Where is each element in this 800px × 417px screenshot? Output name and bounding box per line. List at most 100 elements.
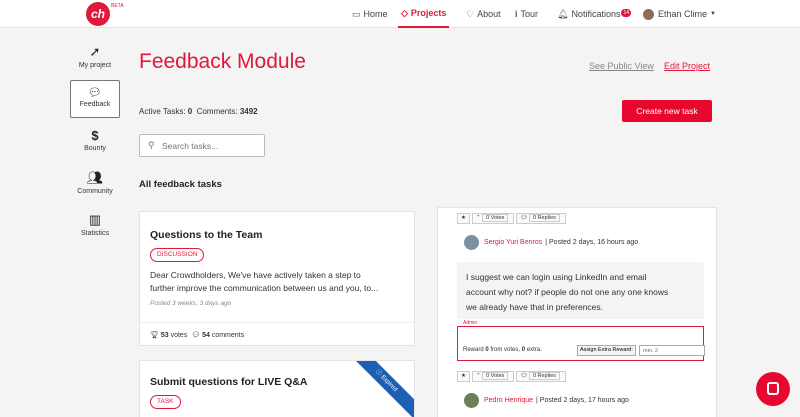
heart-icon: ♡ bbox=[466, 8, 475, 19]
task-card[interactable]: Submit questions for LIVE Q&A TASK ⓘ Exp… bbox=[139, 360, 415, 417]
sidebar-item-label: Community bbox=[77, 188, 113, 195]
edit-project-link[interactable]: Edit Project bbox=[664, 61, 710, 71]
chat-launcher-button[interactable] bbox=[756, 372, 790, 406]
task-description-line: Dear Crowdholders, We've have actively t… bbox=[150, 270, 361, 280]
search-box: ⚲ bbox=[139, 134, 265, 157]
task-footer: 🏆︎ 53 votes 💬︎ 54 comments bbox=[150, 331, 244, 339]
caret-down-icon: ▼ bbox=[710, 11, 716, 17]
comment-line: account why not? if people do not one an… bbox=[466, 287, 669, 297]
reward-prefix: Reward bbox=[463, 347, 484, 353]
bar-chart-icon: ▥ bbox=[88, 212, 102, 227]
comments-panel: ★ ⌃ 0 Votes 💬︎ 0 Replies Sergio Yuri Ben… bbox=[437, 207, 717, 417]
user-menu[interactable]: Ethan Clime ▼ bbox=[643, 0, 716, 28]
task-stats: Active Tasks: 0 Comments: 3492 bbox=[139, 107, 258, 116]
nav-about[interactable]: ♡ About bbox=[466, 0, 501, 28]
page-title: Feedback Module bbox=[139, 50, 306, 73]
votes-count: 53 bbox=[160, 332, 169, 339]
chat-icon bbox=[767, 382, 779, 395]
task-title[interactable]: Submit questions for LIVE Q&A bbox=[150, 376, 308, 388]
dollar-icon: $ bbox=[91, 128, 99, 143]
comments-label: comments bbox=[211, 332, 245, 339]
search-icon: ⚲ bbox=[148, 140, 155, 150]
search-input[interactable] bbox=[162, 139, 260, 153]
expired-ribbon: ⓘ Expired bbox=[345, 361, 414, 417]
card-divider bbox=[140, 322, 416, 323]
see-public-view-link[interactable]: See Public View bbox=[589, 61, 654, 71]
reward-suffix: extra. bbox=[526, 347, 542, 353]
task-description: Dear Crowdholders, We've have actively t… bbox=[150, 269, 405, 295]
top-navbar: ch BETA ▭ Home ◇ Projects ♡ About i Tour… bbox=[0, 0, 800, 28]
replies-button[interactable]: 💬︎ 0 Replies bbox=[516, 213, 566, 224]
notifications-badge: 14 bbox=[621, 9, 632, 17]
upvote-button[interactable]: ⌃ 0 Votes bbox=[471, 371, 515, 382]
active-tasks-label: Active Tasks: bbox=[139, 107, 186, 116]
create-new-task-button[interactable]: Create new task bbox=[622, 100, 712, 122]
comment-posted-time: | Posted 2 days, 16 hours ago bbox=[545, 239, 639, 246]
sidebar-item-label: Feedback bbox=[79, 101, 111, 108]
replies-button[interactable]: 💬︎ 0 Replies bbox=[516, 371, 566, 382]
sidebar-item-feedback[interactable]: 💬︎ Feedback bbox=[70, 80, 120, 118]
sidebar-item-community[interactable]: 👥︎ Community bbox=[70, 170, 120, 195]
task-tag: TASK bbox=[150, 395, 181, 409]
nav-notifications[interactable]: 🔔︎ Notifications 14 bbox=[557, 0, 632, 28]
avatar bbox=[464, 393, 479, 408]
reward-value: 0 bbox=[485, 347, 489, 353]
sidebar-item-my-project[interactable]: ➚ My project bbox=[70, 44, 120, 69]
comment-posted-time: | Posted 2 days, 17 hours ago bbox=[536, 397, 629, 404]
diamond-icon: ◇ bbox=[401, 7, 408, 18]
active-tasks-value: 0 bbox=[187, 107, 193, 116]
avatar bbox=[643, 8, 654, 20]
nav-tour-label: Tour bbox=[520, 9, 539, 19]
assign-extra-reward-button[interactable]: Assign Extra Reward: bbox=[577, 345, 636, 356]
nav-home-label: Home bbox=[363, 9, 388, 19]
nav-notifications-label: Notifications bbox=[571, 9, 621, 19]
rocket-icon: ➚ bbox=[89, 44, 101, 59]
home-icon: ▭ bbox=[352, 8, 361, 19]
trophy-icon: 🏆︎ bbox=[150, 332, 159, 339]
user-name: Ethan Clime bbox=[658, 9, 708, 19]
users-icon: 👥︎ bbox=[86, 170, 104, 185]
section-title: All feedback tasks bbox=[139, 179, 222, 190]
author-name[interactable]: Sergio Yuri Benros bbox=[484, 239, 542, 246]
votes-label: 0 Votes bbox=[482, 214, 509, 222]
replies-label: 0 Replies bbox=[528, 214, 560, 222]
task-tag: DISCUSSION bbox=[150, 248, 205, 262]
beta-label: BETA bbox=[111, 3, 124, 9]
upvote-button[interactable]: ⌃ 0 Votes bbox=[471, 213, 515, 224]
reward-extra-value: 0 bbox=[521, 347, 526, 353]
nav-tour[interactable]: i Tour bbox=[515, 0, 538, 28]
comments-count: 54 bbox=[202, 332, 210, 339]
comment-line: I suggest we can login using LinkedIn an… bbox=[466, 272, 647, 282]
star-button[interactable]: ★ bbox=[457, 371, 470, 382]
task-posted-time: Posted 3 weeks, 3 days ago bbox=[150, 300, 232, 307]
author-name[interactable]: Pedro Henrique bbox=[484, 397, 533, 404]
comments-icon: 💬︎ bbox=[191, 332, 201, 339]
nav-home[interactable]: ▭ Home bbox=[352, 0, 388, 28]
comments-value: 3492 bbox=[239, 107, 258, 116]
task-title[interactable]: Questions to the Team bbox=[150, 229, 262, 241]
sidebar-item-statistics[interactable]: ▥ Statistics bbox=[70, 212, 120, 237]
ribbon-label: Expired bbox=[379, 374, 399, 394]
task-card[interactable]: Questions to the Team DISCUSSION Dear Cr… bbox=[139, 211, 416, 346]
comment-author: Pedro Henrique | Posted 2 days, 17 hours… bbox=[464, 393, 629, 408]
info-icon: i bbox=[515, 9, 518, 19]
crowdholding-logo[interactable]: ch bbox=[86, 2, 110, 26]
nav-projects[interactable]: ◇ Projects bbox=[398, 0, 450, 28]
reward-text: Reward 0 from votes, 0 extra. bbox=[463, 347, 542, 353]
comment-body: I suggest we can login using LinkedIn an… bbox=[457, 262, 704, 319]
comment-icon: 💬︎ bbox=[88, 87, 102, 99]
reward-box: Reward 0 from votes, 0 extra. Assign Ext… bbox=[457, 326, 705, 361]
extra-reward-input[interactable] bbox=[639, 345, 705, 356]
nav-projects-label: Projects bbox=[410, 8, 447, 18]
star-button[interactable]: ★ bbox=[457, 213, 470, 224]
avatar bbox=[464, 235, 479, 250]
reward-middle: from votes, bbox=[490, 347, 521, 353]
votes-label: 0 Votes bbox=[482, 372, 509, 380]
sidebar-item-label: Statistics bbox=[80, 230, 109, 237]
nav-about-label: About bbox=[477, 9, 501, 19]
sidebar-item-bounty[interactable]: $ Bounty bbox=[70, 128, 120, 152]
task-description-line: further improve the communication betwee… bbox=[150, 283, 379, 293]
sidebar-item-label: Bounty bbox=[84, 145, 106, 152]
votes-label: votes bbox=[170, 332, 188, 339]
comment-author: Sergio Yuri Benros | Posted 2 days, 16 h… bbox=[464, 235, 638, 250]
